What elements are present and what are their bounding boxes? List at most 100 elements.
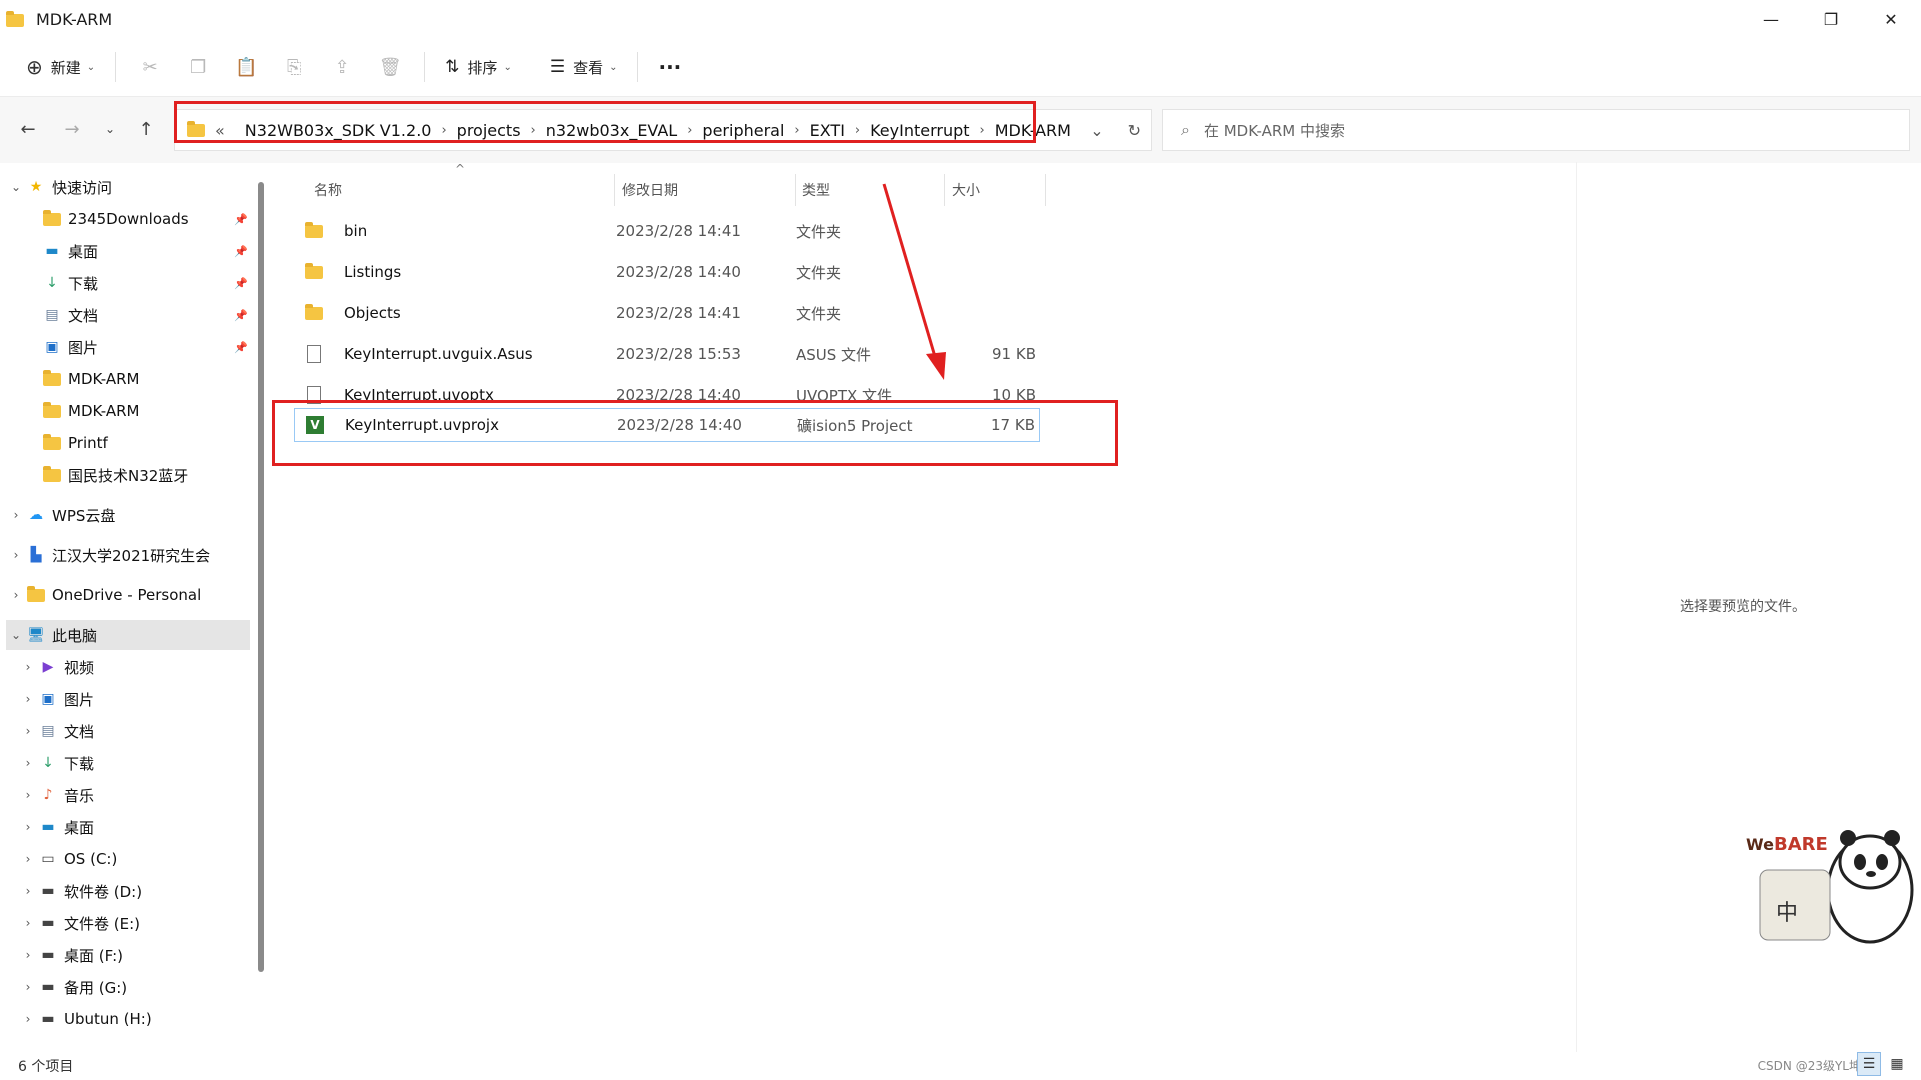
minimize-button[interactable]: — xyxy=(1741,0,1801,38)
folder-icon xyxy=(42,433,62,451)
plus-circle-icon: ⊕ xyxy=(26,55,43,79)
refresh-icon[interactable]: ↻ xyxy=(1128,121,1141,140)
sidebar-item[interactable]: › ▬ Ubutun (H:) xyxy=(18,1004,152,1034)
up-arrow-icon[interactable]: ↑ xyxy=(130,113,162,145)
file-type: 文件夹 xyxy=(796,222,842,241)
sidebar-item[interactable]: ▤ 文档 📌 xyxy=(42,300,252,330)
table-row[interactable]: Listings 2023/2/28 14:40 文件夹 xyxy=(294,253,1040,291)
sidebar-item[interactable]: Printf xyxy=(42,428,108,458)
breadcrumb-item[interactable]: KeyInterrupt xyxy=(870,121,969,140)
sidebar-item[interactable]: 2345Downloads 📌 xyxy=(42,204,252,234)
sidebar-item[interactable]: › ▬ 桌面 xyxy=(18,812,94,842)
folder-icon xyxy=(304,221,324,241)
file-name: KeyInterrupt.uvguix.Asus xyxy=(344,345,533,363)
chevron-right-icon: › xyxy=(25,692,31,706)
breadcrumb-item[interactable]: peripheral xyxy=(702,121,784,140)
navigation-pane: ⌄ ★ 快速访问 2345Downloads 📌 ▬ 桌面 📌 ↓ 下载 📌 ▤… xyxy=(0,162,266,1052)
breadcrumb-item[interactable]: N32WB03x_SDK V1.2.0 xyxy=(245,121,432,140)
new-button[interactable]: ⊕ 新建 ⌄ xyxy=(16,47,105,87)
sidebar-item-label: 此电脑 xyxy=(52,626,98,645)
sidebar-item[interactable]: › ▬ 桌面 (F:) xyxy=(18,940,123,970)
sidebar-item-wps[interactable]: › ☁ WPS云盘 xyxy=(6,500,116,530)
view-button[interactable]: ☰ 查看 ⌄ xyxy=(540,47,628,87)
building-icon: ▙ xyxy=(30,547,42,563)
sidebar-scrollbar[interactable] xyxy=(258,182,264,972)
chevron-right-icon: › xyxy=(13,548,19,562)
toolbar-divider xyxy=(115,52,117,82)
paste-icon[interactable]: 📋 xyxy=(222,47,270,87)
table-row[interactable]: KeyInterrupt.uvguix.Asus 2023/2/28 15:53… xyxy=(294,335,1040,373)
sidebar-item[interactable]: ↓ 下载 📌 xyxy=(42,268,252,298)
recent-chevron-icon[interactable]: ⌄ xyxy=(94,113,126,145)
table-row[interactable]: bin 2023/2/28 14:41 文件夹 xyxy=(294,212,1040,250)
sidebar-item[interactable]: › ▬ 备用 (G:) xyxy=(18,972,128,1002)
search-placeholder: 在 MDK-ARM 中搜索 xyxy=(1203,121,1345,140)
chevron-right-icon: › xyxy=(25,756,31,770)
sidebar-item[interactable]: › ▭ OS (C:) xyxy=(18,844,118,874)
folder-icon xyxy=(42,401,62,419)
drive-icon: ▭ xyxy=(41,851,55,867)
table-row[interactable]: Objects 2023/2/28 14:41 文件夹 xyxy=(294,294,1040,332)
sidebar-item[interactable]: › ▶ 视频 xyxy=(18,652,94,682)
cut-icon[interactable]: ✂ xyxy=(126,47,174,87)
sidebar-item-label: OS (C:) xyxy=(64,850,118,868)
close-button[interactable]: ✕ xyxy=(1861,0,1921,38)
sidebar-item[interactable]: › ▬ 软件卷 (D:) xyxy=(18,876,142,906)
sidebar-item-this-pc[interactable]: ⌄ 🖥 此电脑 xyxy=(6,620,250,650)
rename-icon[interactable]: ⎘ xyxy=(270,47,318,87)
more-button[interactable]: ··· xyxy=(648,47,691,87)
back-arrow-icon[interactable]: ← xyxy=(12,113,44,145)
chevron-down-icon: ⌄ xyxy=(609,61,618,73)
sidebar-item-jhu[interactable]: › ▙ 江汉大学2021研究生会 xyxy=(6,540,211,570)
pin-icon: 📌 xyxy=(234,308,248,322)
chevron-right-icon: › xyxy=(687,122,693,138)
sidebar-item-label: 快速访问 xyxy=(52,178,113,197)
chevron-down-icon: ⌄ xyxy=(10,628,22,642)
sidebar-item-label: 下载 xyxy=(64,754,95,773)
sidebar-item-label: 国民技术N32蓝牙 xyxy=(68,466,189,485)
copy-icon[interactable]: ❐ xyxy=(174,47,222,87)
sidebar-item[interactable]: ▬ 桌面 📌 xyxy=(42,236,252,266)
file-size: 91 KB xyxy=(992,345,1036,363)
sidebar-item[interactable]: › ▤ 文档 xyxy=(18,716,94,746)
breadcrumb-item[interactable]: MDK-ARM xyxy=(995,121,1071,140)
sidebar-item[interactable]: › ▬ 文件卷 (E:) xyxy=(18,908,140,938)
file-name: Objects xyxy=(344,304,401,322)
forward-arrow-icon[interactable]: → xyxy=(56,113,88,145)
sort-button[interactable]: ⇅ 排序 ⌄ xyxy=(435,47,522,87)
desktop-icon: ▬ xyxy=(45,243,59,259)
sidebar-item[interactable]: › ↓ 下载 xyxy=(18,748,94,778)
sidebar-item-label: 文档 xyxy=(64,722,95,741)
breadcrumb-item[interactable]: n32wb03x_EVAL xyxy=(546,121,677,140)
address-bar[interactable]: « N32WB03x_SDK V1.2.0 › projects › n32wb… xyxy=(174,109,1152,151)
folder-icon xyxy=(42,209,62,227)
column-header-name[interactable]: 名称 xyxy=(314,172,604,208)
sidebar-item-quick-access[interactable]: ⌄ ★ 快速访问 xyxy=(6,172,112,202)
column-header-size[interactable]: 大小 xyxy=(952,172,1042,208)
breadcrumb-item[interactable]: projects xyxy=(457,121,521,140)
sidebar-item[interactable]: MDK-ARM xyxy=(42,364,139,394)
svg-text:中: 中 xyxy=(1776,901,1798,926)
delete-icon[interactable]: 🗑 xyxy=(366,47,414,87)
restore-button[interactable]: ❐ xyxy=(1801,0,1861,38)
tiles-view-icon[interactable]: ▦ xyxy=(1885,1052,1909,1076)
details-view-icon[interactable]: ☰ xyxy=(1857,1052,1881,1076)
share-icon[interactable]: ⇪ xyxy=(318,47,366,87)
sidebar-item[interactable]: MDK-ARM xyxy=(42,396,139,426)
sidebar-item-label: 文档 xyxy=(68,306,99,325)
search-input[interactable]: ⌕ 在 MDK-ARM 中搜索 xyxy=(1162,109,1910,151)
sidebar-item[interactable]: ▣ 图片 📌 xyxy=(42,332,252,362)
sidebar-item[interactable]: › ▣ 图片 xyxy=(18,684,94,714)
column-header-date[interactable]: 修改日期 xyxy=(622,172,782,208)
chevron-right-icon: › xyxy=(979,122,985,138)
sidebar-item[interactable]: 国民技术N32蓝牙 xyxy=(42,460,188,490)
breadcrumb-item[interactable]: EXTI xyxy=(810,121,845,140)
sidebar-item[interactable]: › ♪ 音乐 xyxy=(18,780,94,810)
chevron-right-icon: › xyxy=(794,122,800,138)
drive-icon: ▬ xyxy=(41,979,55,995)
history-chevron-icon[interactable]: ⌄ xyxy=(1090,121,1103,140)
sidebar-item-onedrive[interactable]: › OneDrive - Personal xyxy=(6,580,201,610)
breadcrumb-overflow[interactable]: « xyxy=(215,121,225,140)
chevron-right-icon: › xyxy=(25,660,31,674)
column-header-type[interactable]: 类型 xyxy=(802,172,952,208)
